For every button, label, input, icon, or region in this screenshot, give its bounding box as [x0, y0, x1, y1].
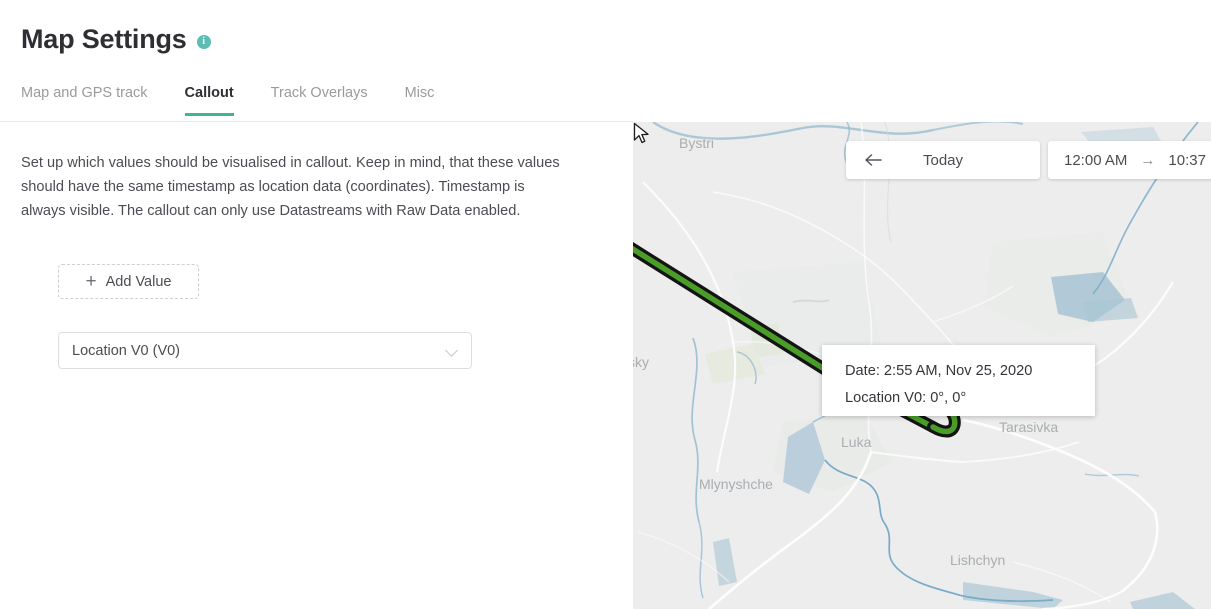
datastream-select[interactable]: Location V0 (V0) — [58, 332, 472, 369]
callout-location-line: Location V0: 0°, 0° — [845, 390, 967, 406]
arrow-left-icon — [865, 154, 882, 166]
range-arrow-icon: → — [1140, 151, 1156, 169]
callout-date-line: Date: 2:55 AM, Nov 25, 2020 — [845, 363, 1033, 379]
callout-settings-panel: Set up which values should be visualised… — [0, 122, 633, 609]
time-range-button[interactable]: 12:00 AM → 10:37 P — [1048, 141, 1211, 179]
map-callout-tooltip: Date: 2:55 AM, Nov 25, 2020 Location V0:… — [822, 345, 1095, 416]
range-start-label: 12:00 AM — [1064, 151, 1128, 169]
info-icon[interactable]: i — [196, 34, 211, 49]
range-end-label: 10:37 P — [1168, 151, 1211, 169]
tab-track-overlays[interactable]: Track Overlays — [271, 84, 368, 116]
tab-map-and-gps-track[interactable]: Map and GPS track — [21, 84, 148, 116]
settings-tabs: Map and GPS track Callout Track Overlays… — [21, 84, 434, 116]
map-settings-page: Map Settings i Map and GPS track Callout… — [0, 0, 1211, 609]
add-value-label: Add Value — [105, 273, 172, 290]
datastream-select-value: Location V0 (V0) — [72, 342, 181, 359]
page-title: Map Settings — [21, 24, 187, 54]
mouse-pointer-icon — [633, 122, 649, 144]
plus-icon: + — [85, 271, 97, 292]
today-button[interactable]: Today — [846, 141, 1040, 179]
page-header: Map Settings i — [21, 22, 211, 56]
add-value-button[interactable]: + Add Value — [58, 264, 199, 299]
tab-misc[interactable]: Misc — [405, 84, 435, 116]
chevron-down-icon — [446, 344, 459, 357]
map-time-controls: Today 12:00 AM → 10:37 P — [846, 141, 1211, 179]
callout-description: Set up which values should be visualised… — [21, 155, 560, 219]
map-preview[interactable]: Bystri sky Luka Tarasivka Mlynyshche Lis… — [633, 122, 1211, 609]
tab-callout[interactable]: Callout — [184, 84, 234, 116]
